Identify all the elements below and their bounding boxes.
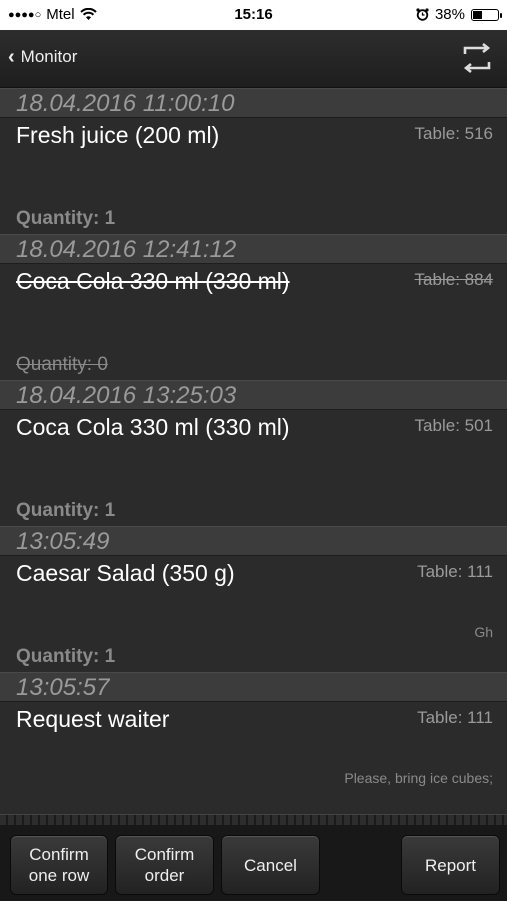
order-timestamp: 18.04.2016 13:25:03 bbox=[0, 380, 507, 410]
bottom-toolbar: Confirm one row Confirm order Cancel Rep… bbox=[0, 814, 507, 901]
order-table: Table: 884 bbox=[414, 270, 493, 289]
order-item: Coca Cola 330 ml (330 ml) bbox=[16, 268, 290, 294]
order-timestamp: 13:05:57 bbox=[0, 672, 507, 702]
order-quantity: Quantity: 1 bbox=[16, 208, 116, 229]
order-row[interactable]: 13:05:49 Caesar Salad (350 g) Table: 111… bbox=[0, 526, 507, 672]
order-quantity: Quantity: 0 bbox=[16, 354, 108, 375]
battery-percent: 38% bbox=[434, 6, 465, 23]
order-list[interactable]: 18.04.2016 11:00:10 Fresh juice (200 ml)… bbox=[0, 88, 507, 814]
order-table: Table: 111 bbox=[417, 708, 493, 727]
chevron-left-icon: ‹ bbox=[8, 46, 15, 68]
order-quantity: Quantity: 1 bbox=[16, 646, 116, 667]
order-row[interactable]: 18.04.2016 13:25:03 Coca Cola 330 ml (33… bbox=[0, 380, 507, 526]
order-item: Coca Cola 330 ml (330 ml) bbox=[16, 414, 290, 440]
alarm-icon bbox=[416, 8, 429, 21]
order-item: Caesar Salad (350 g) bbox=[16, 560, 235, 586]
order-item: Request waiter bbox=[16, 706, 170, 732]
battery-icon bbox=[471, 8, 502, 21]
order-row[interactable]: 18.04.2016 12:41:12 Coca Cola 330 ml (33… bbox=[0, 234, 507, 380]
report-button[interactable]: Report bbox=[401, 835, 500, 895]
toolbar-divider bbox=[0, 815, 507, 825]
order-timestamp: 18.04.2016 12:41:12 bbox=[0, 234, 507, 264]
order-item: Fresh juice (200 ml) bbox=[16, 122, 220, 148]
order-quantity: Quantity: 1 bbox=[16, 500, 116, 521]
order-timestamp: 13:05:49 bbox=[0, 526, 507, 556]
order-table: Table: 516 bbox=[414, 124, 493, 143]
confirm-one-row-button[interactable]: Confirm one row bbox=[10, 835, 108, 895]
order-table: Table: 501 bbox=[414, 416, 493, 435]
cancel-button[interactable]: Cancel bbox=[221, 835, 320, 895]
nav-bar: ‹ Monitor bbox=[0, 30, 507, 88]
back-button[interactable]: ‹ Monitor bbox=[8, 47, 77, 67]
refresh-icon[interactable] bbox=[459, 40, 495, 76]
order-table: Table: 111 bbox=[417, 562, 493, 581]
confirm-order-button[interactable]: Confirm order bbox=[115, 835, 214, 895]
order-timestamp: 18.04.2016 11:00:10 bbox=[0, 88, 507, 118]
status-bar: ●●●●○ Mtel 15:16 38% bbox=[0, 0, 507, 30]
order-row[interactable]: 18.04.2016 11:00:10 Fresh juice (200 ml)… bbox=[0, 88, 507, 234]
order-note: Gh bbox=[474, 624, 493, 640]
status-right: 38% bbox=[416, 6, 502, 23]
back-label: Monitor bbox=[20, 47, 78, 66]
order-note: Please, bring ice cubes; bbox=[344, 770, 493, 786]
order-row[interactable]: 13:05:57 Request waiter Table: 111 Pleas… bbox=[0, 672, 507, 814]
